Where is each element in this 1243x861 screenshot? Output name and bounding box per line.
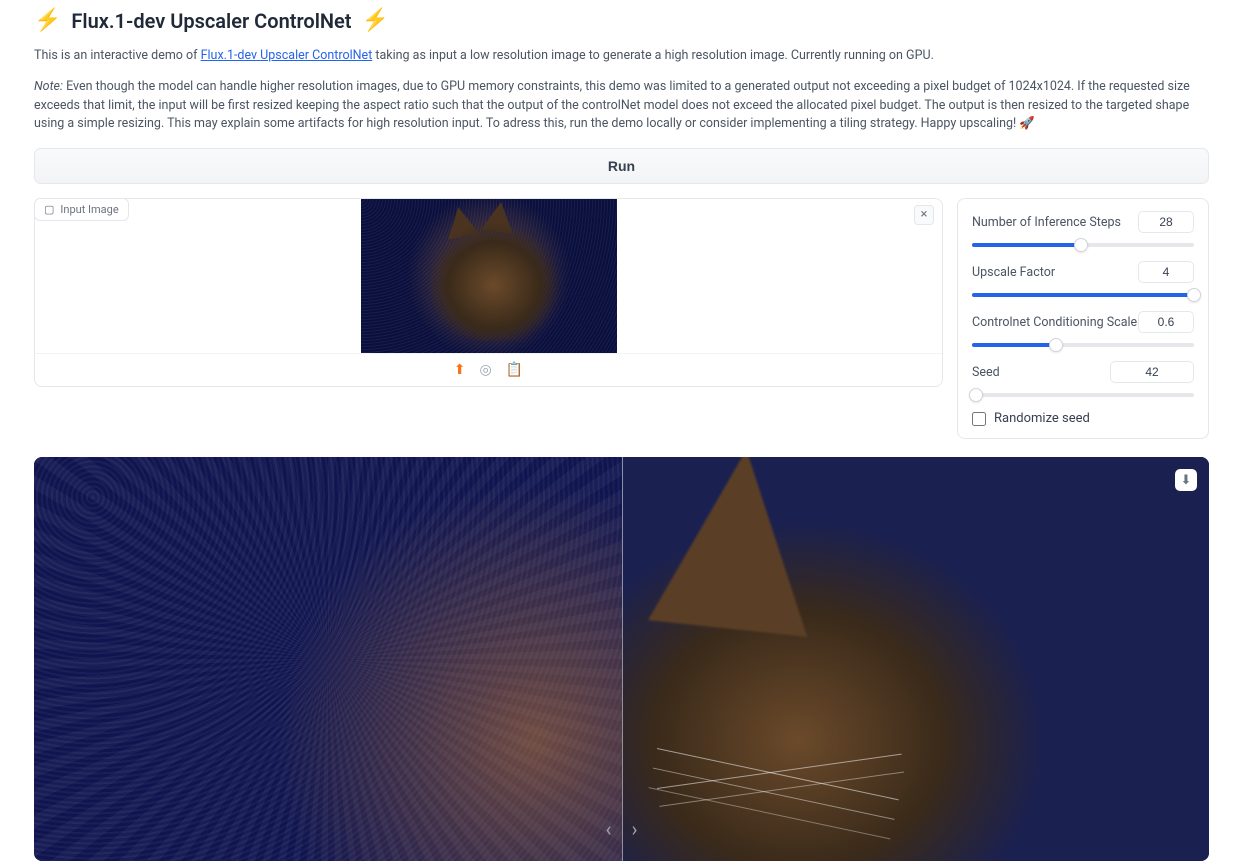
compare-divider[interactable] (622, 457, 623, 861)
input-image-tag: ▢ Input Image (34, 198, 129, 221)
steps-label: Number of Inference Steps (972, 215, 1121, 230)
page-title: ⚡ Flux.1-dev Upscaler ControlNet ⚡ (34, 8, 1209, 33)
clear-image-button[interactable]: × (914, 205, 934, 225)
description: This is an interactive demo of Flux.1-de… (34, 47, 1209, 66)
desc-prefix: This is an interactive demo of (34, 48, 201, 63)
model-link[interactable]: Flux.1-dev Upscaler ControlNet (201, 48, 373, 63)
input-image-preview[interactable] (361, 199, 617, 353)
cond-slider-group: Controlnet Conditioning Scale (972, 311, 1194, 347)
chevron-left-icon: ‹ (605, 817, 611, 841)
upscale-value-input[interactable] (1138, 261, 1194, 283)
image-icon: ▢ (44, 203, 54, 216)
cond-label: Controlnet Conditioning Scale (972, 315, 1137, 330)
note-label: Note: (34, 79, 63, 94)
parameters-panel: Number of Inference Steps Upscale Factor… (957, 198, 1209, 439)
bolt-icon: ⚡ (34, 8, 61, 33)
note-text: Note: Even though the model can handle h… (34, 78, 1209, 134)
cond-value-input[interactable] (1138, 311, 1194, 333)
note-body: Even though the model can handle higher … (34, 79, 1190, 132)
randomize-seed-checkbox[interactable] (972, 412, 986, 426)
desc-suffix: taking as input a low resolution image t… (372, 48, 934, 63)
clipboard-icon[interactable]: 📋 (506, 362, 523, 378)
upscale-slider[interactable] (972, 293, 1194, 297)
upload-icon[interactable]: ⬆ (454, 362, 466, 378)
run-button[interactable]: Run (34, 148, 1209, 184)
seed-value-input[interactable] (1110, 361, 1194, 383)
compare-after (622, 457, 1210, 861)
image-toolbar: ⬆ ◎ 📋 (35, 353, 942, 386)
compare-handle[interactable]: ‹ › (605, 817, 637, 841)
webcam-icon[interactable]: ◎ (480, 362, 492, 378)
seed-slider[interactable] (972, 393, 1194, 397)
compare-before (34, 457, 622, 861)
steps-slider[interactable] (972, 243, 1194, 247)
randomize-seed-label[interactable]: Randomize seed (994, 411, 1090, 426)
input-image-panel: ▢ Input Image × ⬆ ◎ 📋 (34, 198, 943, 387)
steps-value-input[interactable] (1138, 211, 1194, 233)
title-text: Flux.1-dev Upscaler ControlNet (71, 9, 351, 33)
download-button[interactable]: ⬇ (1175, 469, 1197, 491)
seed-label: Seed (972, 365, 1000, 380)
steps-slider-group: Number of Inference Steps (972, 211, 1194, 247)
input-image-label: Input Image (60, 203, 118, 216)
chevron-right-icon: › (632, 817, 638, 841)
cond-slider[interactable] (972, 343, 1194, 347)
upscale-label: Upscale Factor (972, 265, 1055, 280)
upscale-slider-group: Upscale Factor (972, 261, 1194, 297)
seed-slider-group: Seed (972, 361, 1194, 397)
bolt-icon: ⚡ (362, 8, 389, 33)
output-compare[interactable]: ‹ › ⬇ (34, 457, 1209, 861)
